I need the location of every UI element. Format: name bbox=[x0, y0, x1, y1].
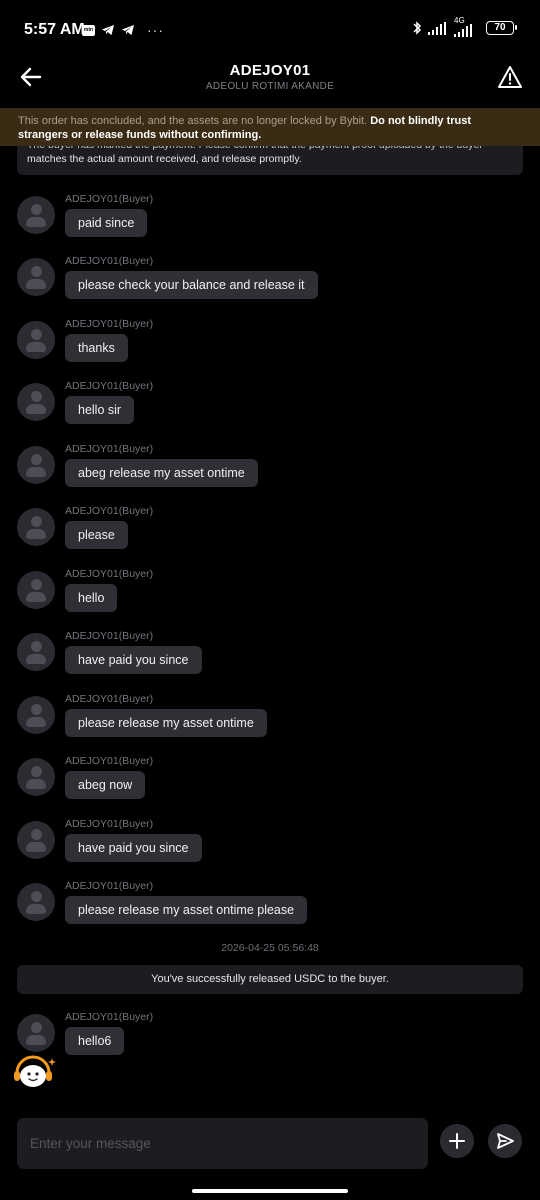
list-item: ADEJOY01(Buyer) abeg release my asset on… bbox=[17, 443, 517, 502]
avatar[interactable] bbox=[17, 571, 55, 609]
message-bubble[interactable]: please release my asset ontime please bbox=[65, 896, 308, 924]
message-input[interactable] bbox=[17, 1118, 428, 1169]
sender-label: ADEJOY01(Buyer) bbox=[65, 318, 154, 330]
sender-label: ADEJOY01(Buyer) bbox=[65, 755, 154, 767]
warning-icon[interactable] bbox=[497, 64, 523, 90]
list-item: ADEJOY01(Buyer) thanks bbox=[17, 318, 517, 377]
message-bubble[interactable]: hello sir bbox=[65, 396, 135, 424]
system-message-released: You've successfully released USDC to the… bbox=[17, 965, 523, 994]
sender-label: ADEJOY01(Buyer) bbox=[65, 818, 154, 830]
avatar[interactable] bbox=[17, 383, 55, 421]
send-button[interactable] bbox=[488, 1124, 522, 1158]
list-item: ADEJOY01(Buyer) hello sir bbox=[17, 380, 517, 439]
sender-label: ADEJOY01(Buyer) bbox=[65, 880, 154, 892]
page-title: ADEJOY01 bbox=[229, 62, 311, 79]
chat-header: ADEJOY01 ADEOLU ROTIMI AKANDE bbox=[0, 62, 540, 106]
message-bubble[interactable]: thanks bbox=[65, 334, 128, 362]
sender-label: ADEJOY01(Buyer) bbox=[65, 193, 154, 205]
list-item: ADEJOY01(Buyer) please bbox=[17, 505, 517, 564]
counterparty-name: ADEOLU ROTIMI AKANDE bbox=[205, 81, 335, 92]
status-bar: 5:57 AM mtn ··· 4G 70 bbox=[0, 0, 540, 62]
list-item: ADEJOY01(Buyer) abeg now bbox=[17, 755, 517, 814]
sender-label: ADEJOY01(Buyer) bbox=[65, 505, 154, 517]
avatar[interactable] bbox=[17, 196, 55, 234]
message-bubble[interactable]: hello6 bbox=[65, 1027, 125, 1055]
support-mascot-icon[interactable] bbox=[12, 1055, 56, 1089]
system-message-line: matches the actual amount received, and … bbox=[27, 153, 302, 165]
list-item: ADEJOY01(Buyer) hello bbox=[17, 568, 517, 627]
message-bubble[interactable]: hello bbox=[65, 584, 118, 612]
avatar[interactable] bbox=[17, 883, 55, 921]
message-timestamp: 2026-04-25 05:56:48 bbox=[221, 942, 319, 954]
notice-text: This order has concluded, and the assets… bbox=[18, 115, 371, 127]
avatar[interactable] bbox=[17, 758, 55, 796]
message-bubble[interactable]: please bbox=[65, 521, 128, 549]
status-time: 5:57 AM bbox=[24, 21, 85, 38]
message-bubble[interactable]: paid since bbox=[65, 209, 148, 237]
list-item: ADEJOY01(Buyer) please release my asset … bbox=[17, 693, 517, 752]
list-item: ADEJOY01(Buyer) paid since bbox=[17, 193, 517, 252]
sender-label: ADEJOY01(Buyer) bbox=[65, 568, 154, 580]
avatar[interactable] bbox=[17, 1014, 55, 1052]
message-bubble[interactable]: have paid you since bbox=[65, 646, 202, 674]
avatar[interactable] bbox=[17, 258, 55, 296]
add-attachment-button[interactable] bbox=[440, 1124, 474, 1158]
sender-label: ADEJOY01(Buyer) bbox=[65, 380, 154, 392]
list-item: ADEJOY01(Buyer) have paid you since bbox=[17, 818, 517, 877]
message-bubble[interactable]: abeg now bbox=[65, 771, 146, 799]
avatar[interactable] bbox=[17, 633, 55, 671]
avatar[interactable] bbox=[17, 446, 55, 484]
sender-label: ADEJOY01(Buyer) bbox=[65, 443, 154, 455]
sender-label: ADEJOY01(Buyer) bbox=[65, 255, 154, 267]
avatar[interactable] bbox=[17, 508, 55, 546]
app-notification-icon: mtn bbox=[82, 24, 95, 36]
message-bubble[interactable]: please check your balance and release it bbox=[65, 271, 318, 299]
home-indicator[interactable] bbox=[192, 1189, 348, 1193]
list-item: ADEJOY01(Buyer) please release my asset … bbox=[17, 880, 517, 939]
list-item: ADEJOY01(Buyer) have paid you since bbox=[17, 630, 517, 689]
sender-label: ADEJOY01(Buyer) bbox=[65, 1011, 154, 1023]
avatar[interactable] bbox=[17, 821, 55, 859]
sender-label: ADEJOY01(Buyer) bbox=[65, 630, 154, 642]
avatar[interactable] bbox=[17, 696, 55, 734]
security-notice-banner: This order has concluded, and the assets… bbox=[0, 108, 540, 146]
message-bubble[interactable]: please release my asset ontime bbox=[65, 709, 267, 737]
telegram-icon bbox=[122, 25, 134, 35]
bluetooth-icon bbox=[413, 21, 422, 35]
message-bubble[interactable]: have paid you since bbox=[65, 834, 202, 862]
sender-label: ADEJOY01(Buyer) bbox=[65, 693, 154, 705]
list-item: ADEJOY01(Buyer) hello6 bbox=[17, 1011, 517, 1070]
telegram-icon bbox=[102, 25, 114, 35]
notification-icons: mtn ··· bbox=[82, 22, 164, 38]
signal-4g-icon: 4G bbox=[454, 16, 480, 37]
battery-icon: 70 bbox=[486, 21, 517, 35]
message-bubble[interactable]: abeg release my asset ontime bbox=[65, 459, 258, 487]
avatar[interactable] bbox=[17, 321, 55, 359]
system-icons: 4G 70 bbox=[412, 16, 517, 37]
list-item: ADEJOY01(Buyer) please check your balanc… bbox=[17, 255, 517, 314]
signal-icon bbox=[428, 21, 446, 35]
more-notifications-icon: ··· bbox=[147, 22, 164, 38]
